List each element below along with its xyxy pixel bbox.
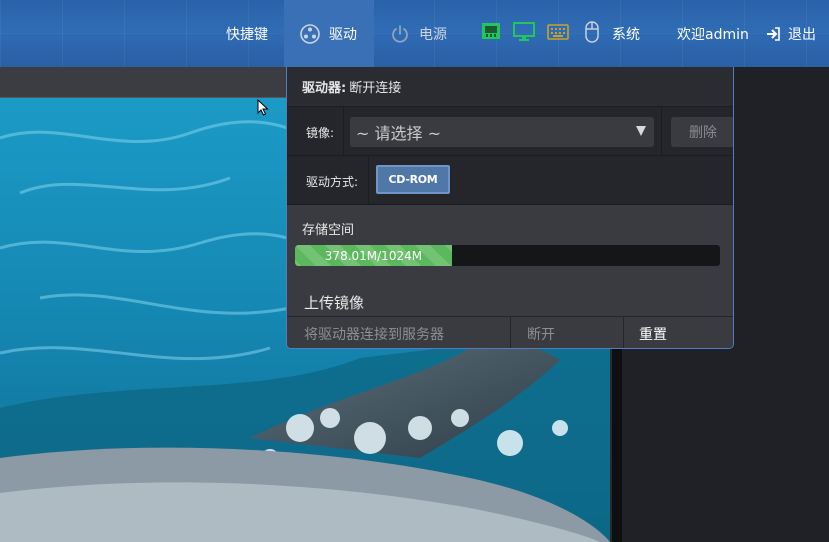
drive-status-label: 驱动器: xyxy=(302,81,347,96)
upload-image-title: 上传镜像 xyxy=(304,294,365,312)
logout-icon xyxy=(766,26,780,41)
image-select-value: ~ 请选择 ~ xyxy=(356,124,441,143)
nav-system-label: 系统 xyxy=(612,26,640,43)
welcome-label: 欢迎admin xyxy=(677,26,749,43)
divider xyxy=(661,107,662,156)
drive-panel: 驱动器: 断开连接 镜像: ~ 请选择 ~ 删除 驱动方式: CD-ROM 存储… xyxy=(286,67,734,349)
nav-drive[interactable]: 驱动 xyxy=(284,0,374,67)
drive-mode-row: 驱动方式: CD-ROM xyxy=(287,156,733,205)
disconnect-button[interactable]: 断开 xyxy=(527,317,555,348)
monitor-icon[interactable] xyxy=(513,22,535,42)
drive-status-row: 驱动器: 断开连接 xyxy=(287,67,733,107)
storage-section: 存储空间 378.01M/1024M 上传镜像 将驱动器连接到服务器 断开 重置 xyxy=(287,205,733,348)
storage-progress-text: 378.01M/1024M xyxy=(324,248,423,263)
storage-title: 存储空间 xyxy=(302,223,355,238)
nav-power[interactable]: 电源 xyxy=(389,0,447,67)
top-navigation-bar: 快捷键 驱动 电源 系统 欢迎admin 退出 xyxy=(0,0,829,67)
divider xyxy=(623,317,624,348)
divider xyxy=(510,317,511,348)
logout-button[interactable]: 退出 xyxy=(766,0,816,67)
chevron-down-icon xyxy=(636,126,646,136)
nav-shortcuts[interactable]: 快捷键 xyxy=(226,0,268,67)
drive-mode-label: 驱动方式: xyxy=(306,175,359,189)
mouse-icon[interactable] xyxy=(585,21,599,43)
power-icon xyxy=(389,23,411,45)
network-icon[interactable] xyxy=(481,22,501,42)
divider xyxy=(343,107,344,156)
drive-icon xyxy=(299,23,321,45)
nav-power-label: 电源 xyxy=(419,26,447,43)
image-row: 镜像: ~ 请选择 ~ 删除 xyxy=(287,107,733,156)
connect-drive-button[interactable]: 将驱动器连接到服务器 xyxy=(304,317,444,348)
image-select[interactable]: ~ 请选择 ~ xyxy=(350,117,654,147)
nav-shortcuts-label: 快捷键 xyxy=(226,26,268,43)
nav-system[interactable]: 系统 xyxy=(612,0,640,67)
delete-image-button[interactable]: 删除 xyxy=(671,117,733,147)
logout-label: 退出 xyxy=(788,26,816,43)
nav-drive-label: 驱动 xyxy=(329,26,357,43)
image-label: 镜像: xyxy=(306,126,335,140)
storage-progress-bar: 378.01M/1024M xyxy=(295,245,720,266)
divider xyxy=(368,156,369,205)
welcome-user: 欢迎admin xyxy=(677,0,749,67)
viewer-toolbar xyxy=(0,67,286,98)
kvm-console: 快捷键 驱动 电源 系统 欢迎admin 退出 驱动器: 断开连接 镜像: ~ … xyxy=(0,0,829,542)
drive-actions: 将驱动器连接到服务器 断开 重置 xyxy=(287,316,733,348)
cdrom-mode-button[interactable]: CD-ROM xyxy=(376,165,450,194)
reset-button[interactable]: 重置 xyxy=(639,317,667,348)
mouse-cursor-icon xyxy=(257,98,269,120)
drive-status-value: 断开连接 xyxy=(349,81,402,96)
keyboard-icon[interactable] xyxy=(547,24,569,40)
